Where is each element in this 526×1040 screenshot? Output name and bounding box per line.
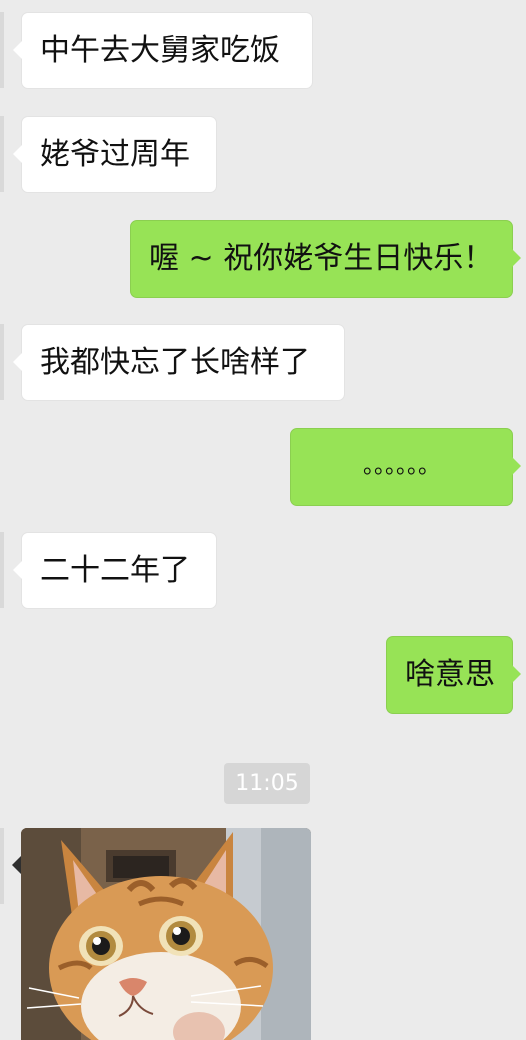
avatar-edge bbox=[0, 116, 4, 192]
avatar-edge bbox=[0, 324, 4, 400]
incoming-message-bubble[interactable]: 姥爷过周年 bbox=[13, 116, 217, 193]
chat-window: 中午去大舅家吃饭 姥爷过周年 喔 ~ 祝你姥爷生日快乐！ 我都快忘了长啥样了 。… bbox=[0, 0, 526, 1040]
image-message[interactable] bbox=[21, 828, 311, 1040]
avatar-edge bbox=[0, 12, 4, 88]
incoming-message-bubble[interactable]: 二十二年了 bbox=[13, 532, 217, 609]
incoming-message-bubble[interactable]: 我都快忘了长啥样了 bbox=[13, 324, 345, 401]
message-text: 姥爷过周年 bbox=[40, 136, 190, 172]
message-text: 中午去大舅家吃饭 bbox=[40, 32, 280, 68]
incoming-message-bubble[interactable]: 中午去大舅家吃饭 bbox=[13, 12, 313, 89]
message-text: 啥意思 bbox=[405, 657, 495, 692]
outgoing-message-bubble[interactable]: 喔 ~ 祝你姥爷生日快乐！ bbox=[130, 220, 521, 298]
message-text: 喔 ~ 祝你姥爷生日快乐！ bbox=[149, 241, 494, 276]
timestamp-badge: 11:05 bbox=[224, 763, 310, 804]
timestamp-text: 11:05 bbox=[235, 771, 299, 796]
avatar-edge bbox=[0, 532, 4, 608]
cat-photo bbox=[21, 828, 311, 1040]
image-message-tail bbox=[12, 856, 21, 874]
outgoing-message-bubble[interactable]: 啥意思 bbox=[386, 636, 521, 714]
outgoing-message-bubble[interactable]: 。。。。。。 bbox=[290, 428, 521, 506]
avatar-edge bbox=[0, 828, 4, 904]
message-text: 我都快忘了长啥样了 bbox=[40, 344, 310, 380]
message-text: 二十二年了 bbox=[40, 552, 190, 588]
message-text: 。。。。。。 bbox=[362, 454, 440, 479]
